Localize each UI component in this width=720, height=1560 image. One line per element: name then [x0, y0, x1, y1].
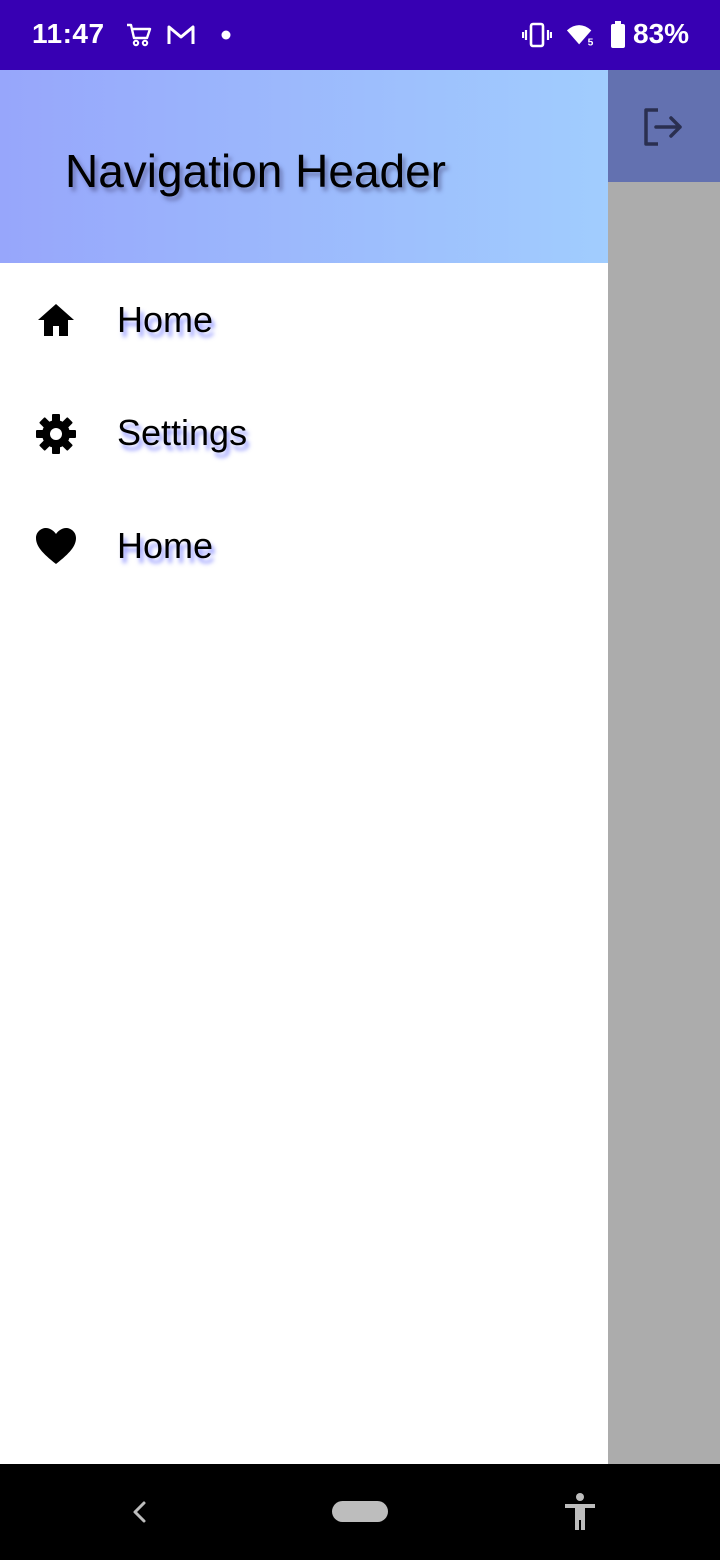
- heart-icon: [34, 525, 78, 569]
- drawer-header: Navigation Header: [0, 70, 608, 263]
- vibrate-icon: [522, 20, 552, 50]
- status-time: 11:47: [32, 18, 105, 49]
- menu-item-label: Home: [117, 525, 214, 566]
- shopping-cart-icon: [124, 20, 154, 50]
- svg-text:5: 5: [588, 37, 594, 48]
- navigation-drawer: Navigation Header Home Settings Home: [0, 70, 608, 1464]
- menu-item-label: Settings: [117, 412, 248, 453]
- menu-item-label: Home: [117, 299, 214, 340]
- back-icon[interactable]: [124, 1494, 154, 1530]
- wifi-icon: 5: [566, 20, 596, 50]
- home-pill-icon[interactable]: [332, 1501, 388, 1522]
- drawer-scrim[interactable]: [608, 182, 720, 1464]
- drawer-header-title: Navigation Header: [65, 145, 447, 197]
- menu-item-favorites[interactable]: Home: [0, 489, 608, 602]
- logout-icon[interactable]: [640, 104, 686, 150]
- dot-icon: [211, 20, 241, 50]
- status-bar: 11:47 5 83%: [0, 0, 720, 70]
- battery-icon: [603, 20, 633, 50]
- menu-item-home[interactable]: Home: [0, 263, 608, 376]
- gmail-icon: [166, 20, 196, 50]
- menu-item-settings[interactable]: Settings: [0, 376, 608, 489]
- home-icon: [34, 299, 78, 343]
- accessibility-icon[interactable]: [562, 1492, 598, 1532]
- gear-icon: [34, 412, 78, 456]
- battery-percentage: 83%: [633, 18, 690, 49]
